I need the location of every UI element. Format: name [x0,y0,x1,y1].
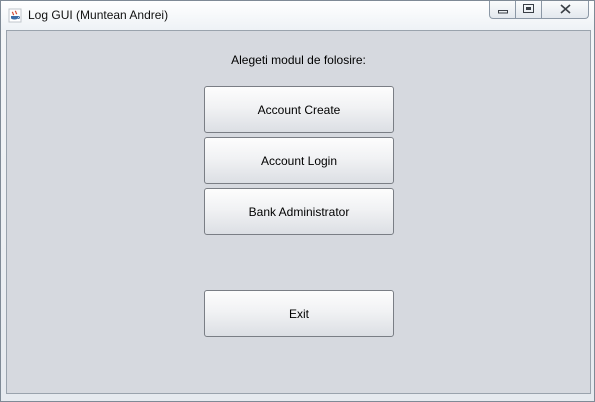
java-cup-icon [8,8,22,23]
mode-prompt-label: Alegeti modul de folosire: [231,53,366,67]
exit-button[interactable]: Exit [204,290,394,337]
window-title: Log GUI (Muntean Andrei) [28,8,169,22]
close-icon [559,1,571,19]
main-panel: Alegeti modul de folosire: Account Creat… [6,30,591,394]
minimize-button[interactable] [489,1,516,19]
minimize-icon [497,1,508,19]
account-create-button[interactable]: Account Create [204,86,394,133]
maximize-button[interactable] [516,1,542,19]
close-button[interactable] [542,1,589,19]
app-window: Log GUI (Muntean Andrei) Alegeti modul d… [0,0,595,402]
window-controls [489,1,589,20]
maximize-icon [523,1,534,19]
title-bar[interactable]: Log GUI (Muntean Andrei) [1,1,594,30]
bank-administrator-button[interactable]: Bank Administrator [204,188,394,235]
account-login-button[interactable]: Account Login [204,137,394,184]
